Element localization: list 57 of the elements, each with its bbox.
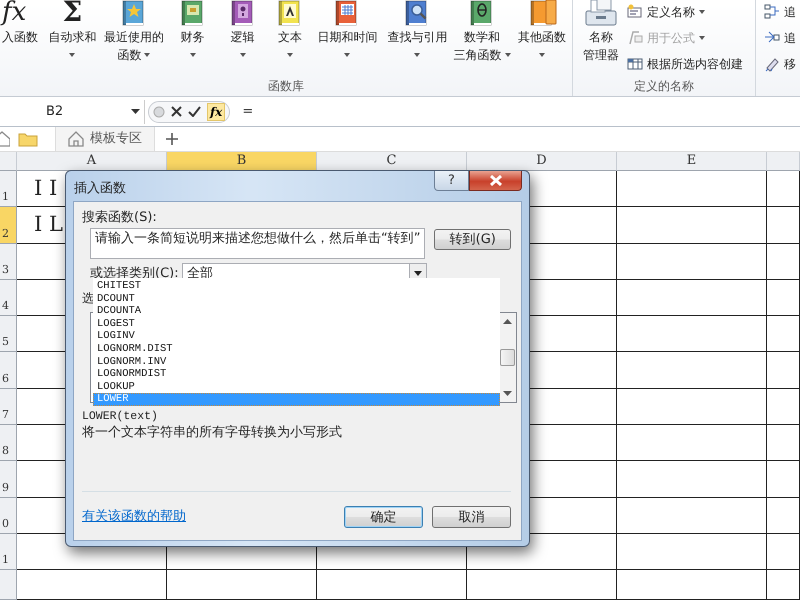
ribbon-button[interactable]: 其他函数: [512, 0, 572, 79]
list-item[interactable]: LOGNORM.INV: [93, 356, 500, 368]
list-item[interactable]: LOGNORMDIST: [93, 368, 500, 381]
ribbon-button[interactable]: fx 入函数: [0, 0, 45, 79]
cancel-button[interactable]: 取消: [432, 506, 511, 528]
insert-function-button[interactable]: fx: [207, 102, 226, 120]
ribbon-button[interactable]: 名称 管理器: [577, 0, 625, 79]
list-item[interactable]: DCOUNTA: [93, 305, 500, 318]
ribbon-button[interactable]: 文本: [268, 0, 312, 79]
group-label: 定义的名称: [633, 79, 695, 93]
column-header[interactable]: B: [167, 152, 317, 171]
go-button[interactable]: 转到(G): [434, 229, 511, 250]
ribbon-button[interactable]: 数学和 三角函数: [452, 0, 512, 79]
search-field[interactable]: 请输入一条简短说明来描述您想做什么，然后单击“转到”: [90, 228, 426, 259]
column-header[interactable]: C: [317, 152, 467, 171]
ribbon-item[interactable]: 追: [762, 25, 798, 51]
ribbon-button[interactable]: 日期和时间: [312, 0, 382, 79]
row-header[interactable]: 7: [0, 388, 17, 426]
function-description: 将一个文本字符串的所有字母转换为小写形式: [82, 425, 343, 441]
group-label: 函数库: [267, 79, 305, 93]
row-header[interactable]: 2: [0, 207, 17, 244]
list-item[interactable]: LOGINV: [93, 330, 500, 343]
row-header[interactable]: 3: [0, 244, 17, 280]
help-button[interactable]: ?: [434, 171, 469, 191]
ribbon-item[interactable]: 追: [762, 0, 798, 25]
list-item[interactable]: DCOUNT: [93, 292, 500, 306]
row-header[interactable]: 1: [0, 171, 17, 208]
row-header[interactable]: 0: [0, 498, 17, 534]
ok-button[interactable]: 确定: [344, 506, 423, 528]
list-item[interactable]: LOGNORM.DIST: [93, 342, 500, 356]
ribbon-button[interactable]: 财务: [168, 0, 218, 79]
row-header[interactable]: 5: [0, 316, 17, 352]
ribbon-item[interactable]: 定义名称: [625, 0, 745, 25]
field-label: 选: [82, 290, 94, 307]
row-header[interactable]: 1: [0, 534, 17, 570]
list-item[interactable]: LOGEST: [93, 318, 500, 330]
row-header[interactable]: 4: [0, 280, 17, 316]
workspace-tab[interactable]: 模板专区: [56, 127, 155, 151]
ribbon-button[interactable]: 逻辑: [218, 0, 268, 79]
column-header[interactable]: E: [617, 152, 767, 171]
function-signature: LOWER(text): [82, 409, 159, 425]
ribbon-item[interactable]: 根据所选内容创建: [625, 51, 745, 77]
ribbon-button[interactable]: Σ 自动求和: [44, 0, 100, 79]
list-item[interactable]: LOOKUP: [93, 380, 500, 394]
window-title: 插入函数: [74, 180, 126, 198]
row-header[interactable]: 8: [0, 425, 17, 462]
column-header[interactable]: A: [17, 152, 167, 171]
formula-text[interactable]: =: [242, 102, 254, 122]
ribbon-button[interactable]: 最近使用的 函数: [100, 0, 168, 79]
help-link[interactable]: 有关该函数的帮助: [82, 509, 186, 525]
ribbon-button[interactable]: 查找与引用: [382, 0, 452, 79]
row-header[interactable]: 6: [0, 352, 17, 389]
row-header[interactable]: 9: [0, 461, 17, 498]
ribbon-item[interactable]: 移: [762, 51, 798, 77]
field-label: 搜索函数(S):: [82, 210, 158, 226]
column-header[interactable]: D: [467, 152, 617, 171]
name-box[interactable]: B2: [0, 100, 145, 124]
